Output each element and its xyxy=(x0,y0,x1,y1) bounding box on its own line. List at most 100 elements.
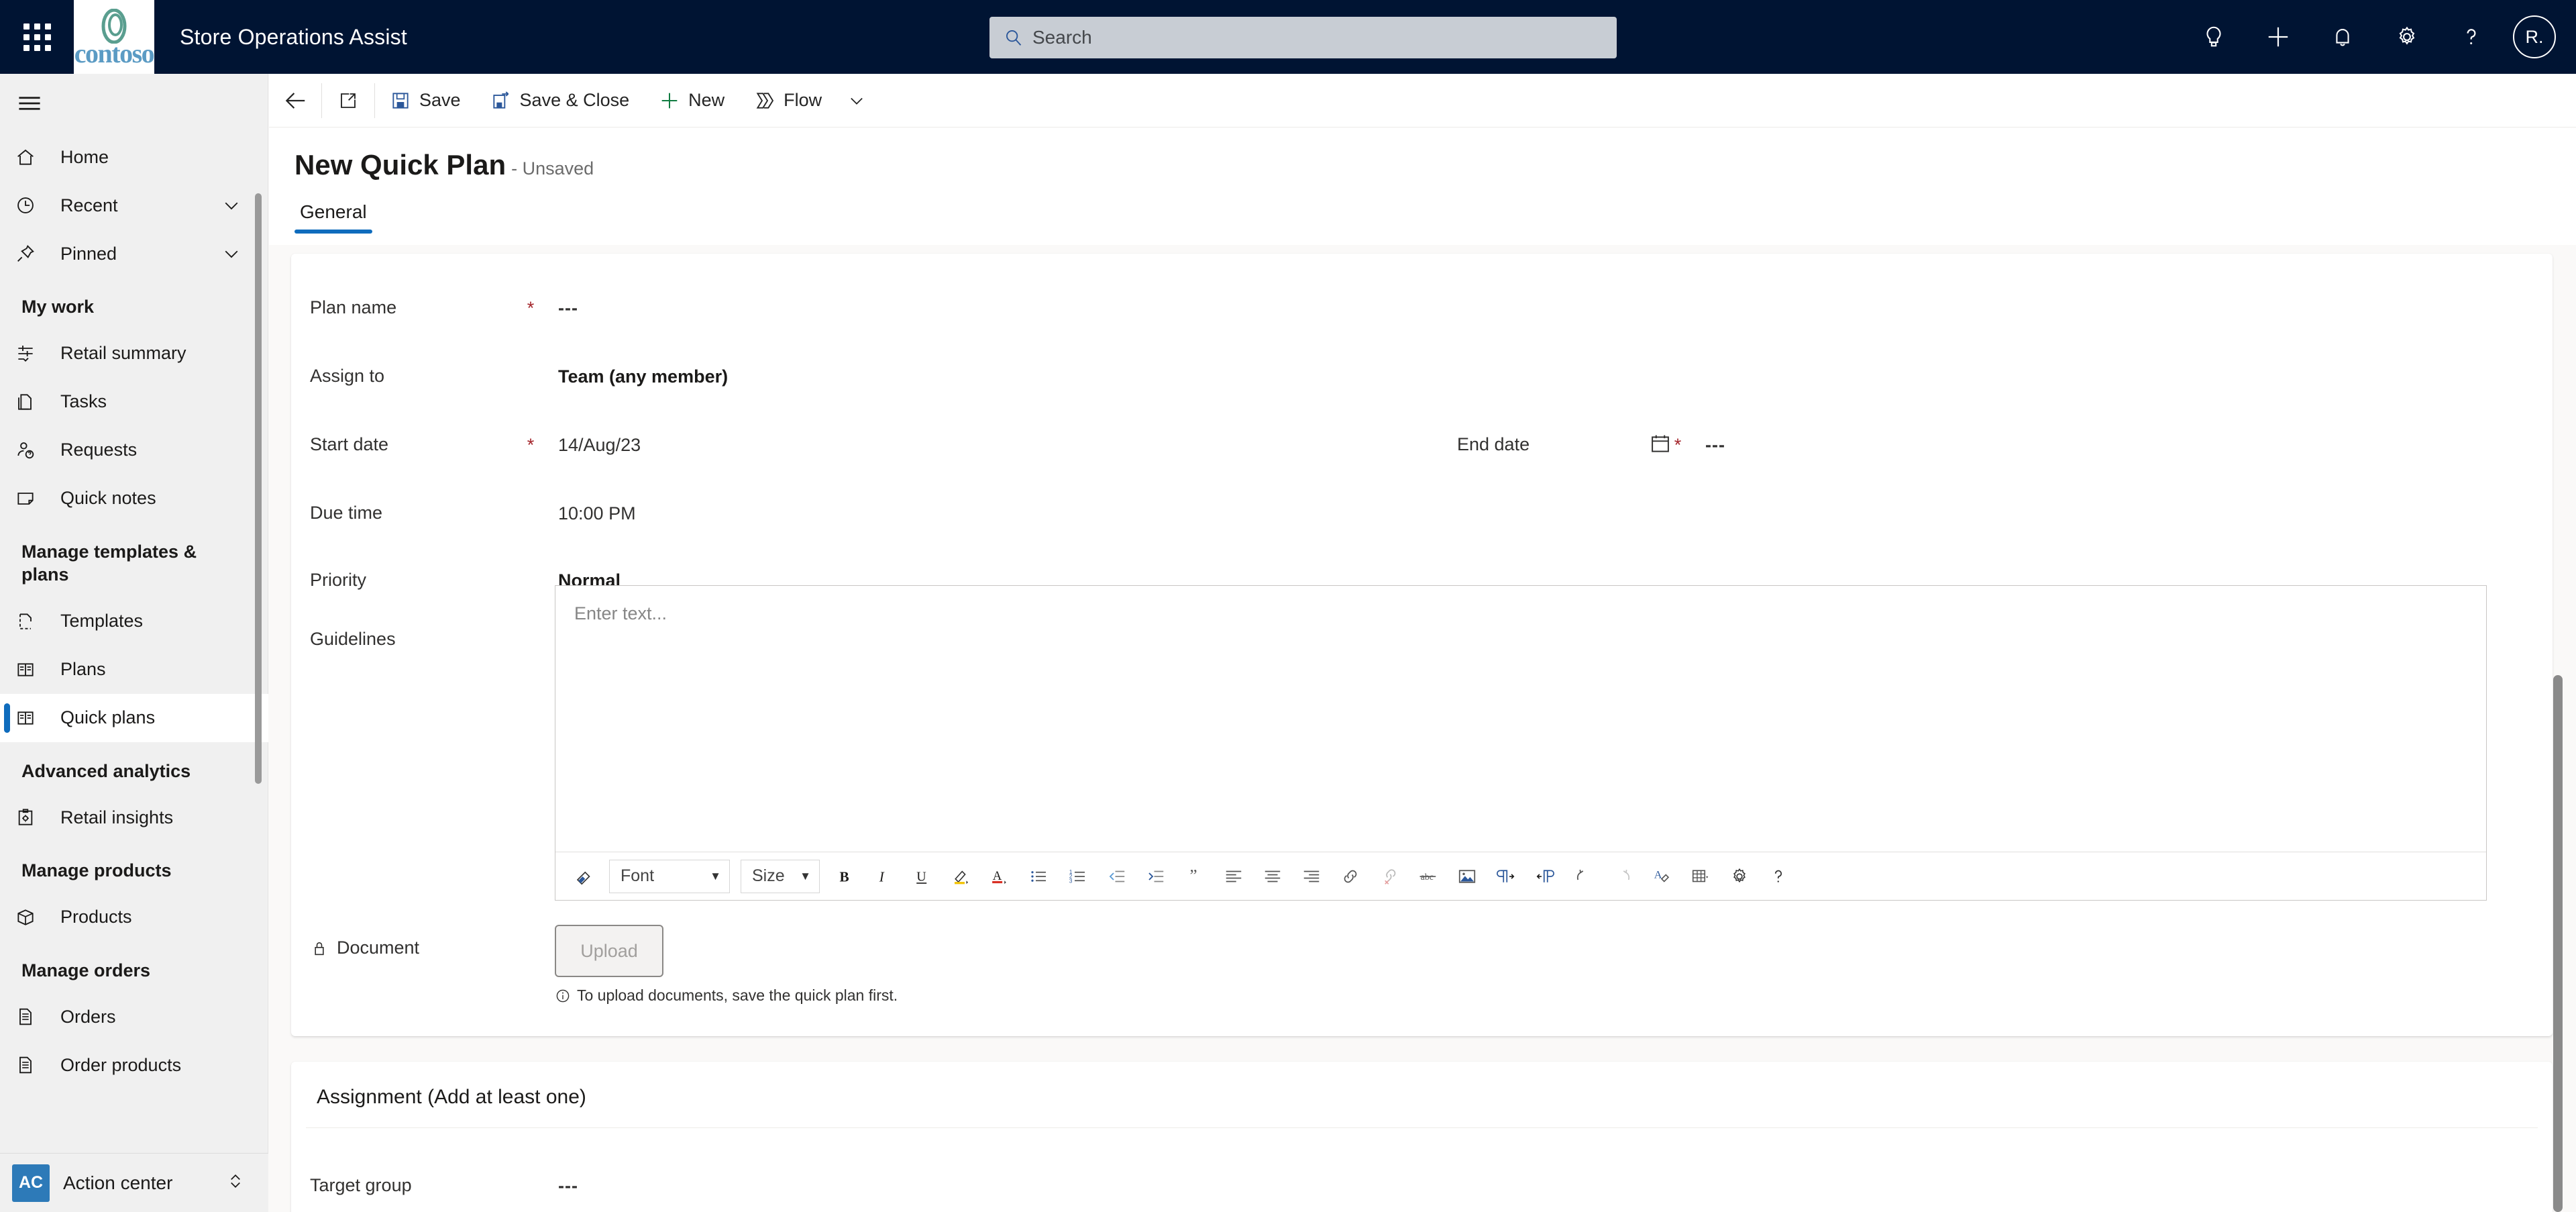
action-center-label: Action center xyxy=(63,1172,173,1193)
sidebar-item-home[interactable]: Home xyxy=(0,133,268,181)
underline-icon[interactable]: U xyxy=(903,857,942,896)
blockquote-icon[interactable]: ” xyxy=(1175,857,1214,896)
lightbulb-button[interactable] xyxy=(2182,0,2246,74)
upload-button[interactable]: Upload xyxy=(555,925,663,977)
user-avatar[interactable]: R. xyxy=(2513,15,2556,58)
align-left-icon[interactable] xyxy=(1214,857,1253,896)
field-value-target-group[interactable]: --- xyxy=(558,1176,578,1197)
svg-text:U: U xyxy=(916,869,926,884)
chevron-up-down-icon[interactable] xyxy=(225,1171,246,1195)
font-color-icon[interactable]: A xyxy=(981,857,1020,896)
field-value-end-date[interactable]: --- xyxy=(1705,435,1725,456)
lock-icon xyxy=(315,942,324,955)
bell-icon xyxy=(2336,29,2349,46)
help-icon[interactable] xyxy=(1759,857,1798,896)
sidebar-item-label: Quick notes xyxy=(60,488,156,509)
table-icon[interactable] xyxy=(1681,857,1720,896)
link-icon[interactable] xyxy=(1331,857,1370,896)
font-family-select[interactable]: Font ▼ xyxy=(609,859,730,893)
increase-indent-icon[interactable] xyxy=(1136,857,1175,896)
field-value-plan-name[interactable]: --- xyxy=(558,298,578,319)
sidebar-item-recent[interactable]: Recent xyxy=(0,181,268,230)
sidebar-item-plans[interactable]: Plans xyxy=(0,646,268,694)
strikethrough-icon[interactable]: abc xyxy=(1409,857,1448,896)
image-icon[interactable] xyxy=(1448,857,1487,896)
chevron-down-icon xyxy=(851,97,863,105)
save-and-close-button[interactable]: Save & Close xyxy=(476,74,645,128)
sidebar-item-orders[interactable]: Orders xyxy=(0,993,268,1041)
undo-icon[interactable] xyxy=(1564,857,1603,896)
field-end-date: End date * --- xyxy=(1438,434,1725,456)
bold-icon[interactable]: B xyxy=(825,857,864,896)
action-center-button[interactable]: AC Action center xyxy=(0,1153,268,1212)
align-center-icon[interactable] xyxy=(1253,857,1292,896)
tasks-icon xyxy=(15,391,46,413)
contoso-wordmark: contoso xyxy=(74,38,154,68)
sidebar-item-templates[interactable]: Templates xyxy=(0,597,268,646)
svg-text:A: A xyxy=(993,869,1002,883)
field-value-due-time[interactable]: 10:00 PM xyxy=(558,503,636,524)
popout-button[interactable] xyxy=(322,74,374,128)
sidebar-nav-scroll[interactable]: Home Recent Pinned My work Retail summar… xyxy=(0,133,268,1089)
save-button[interactable]: Save xyxy=(375,74,476,128)
ltr-icon[interactable] xyxy=(1487,857,1525,896)
form-tabs: General xyxy=(294,201,372,234)
command-overflow-button[interactable] xyxy=(837,74,877,128)
sidebar-group-title: Manage orders xyxy=(21,960,151,980)
redo-icon[interactable] xyxy=(1603,857,1642,896)
guidelines-placeholder[interactable]: Enter text... xyxy=(555,586,2486,642)
new-record-button[interactable]: New xyxy=(644,74,739,128)
sidebar-collapse-button[interactable] xyxy=(0,74,268,133)
flow-button[interactable]: Flow xyxy=(739,74,837,128)
numbered-list-icon[interactable]: 123 xyxy=(1059,857,1097,896)
content-scrollbar-track[interactable] xyxy=(2553,246,2569,1212)
sidebar-scrollbar-thumb[interactable] xyxy=(255,193,262,784)
field-value-assign-to[interactable]: Team (any member) xyxy=(558,366,728,387)
sidebar-item-quick-notes[interactable]: Quick notes xyxy=(0,474,268,523)
upload-hint: To upload documents, save the quick plan… xyxy=(555,987,898,1005)
field-value-start-date[interactable]: 14/Aug/23 xyxy=(558,435,641,456)
sidebar-item-quick-plans[interactable]: Quick plans xyxy=(0,693,268,742)
info-icon xyxy=(556,989,570,1002)
settings-icon[interactable] xyxy=(1720,857,1759,896)
settings-button[interactable] xyxy=(2375,0,2439,74)
sidebar-item-requests[interactable]: Requests xyxy=(0,426,268,474)
sidebar-item-retail-insights[interactable]: Retail insights xyxy=(0,793,268,842)
app-launcher-button[interactable] xyxy=(0,0,74,74)
global-search-box[interactable]: Search xyxy=(989,17,1617,58)
rtl-icon[interactable] xyxy=(1525,857,1564,896)
document-label-wrap: Document xyxy=(291,938,519,958)
guidelines-rich-text-editor[interactable]: Enter text... Font ▼ Size ▼ B I U A 1 2 … xyxy=(555,585,2487,901)
new-button[interactable] xyxy=(2246,0,2310,74)
divider xyxy=(306,1127,2538,1128)
sidebar-item-products[interactable]: Products xyxy=(0,893,268,942)
sidebar: Home Recent Pinned My work Retail summar… xyxy=(0,74,268,1212)
back-arrow-icon xyxy=(285,92,305,109)
sidebar-item-pinned[interactable]: Pinned xyxy=(0,230,268,278)
unlink-icon[interactable] xyxy=(1370,857,1409,896)
sidebar-item-retail-summary[interactable]: Retail summary xyxy=(0,330,268,378)
tab-general[interactable]: General xyxy=(294,201,372,234)
home-icon xyxy=(15,146,46,168)
help-button[interactable] xyxy=(2439,0,2504,74)
bullet-list-icon[interactable] xyxy=(1020,857,1059,896)
clear-format-icon[interactable]: A xyxy=(1642,857,1681,896)
decrease-indent-icon[interactable] xyxy=(1097,857,1136,896)
sidebar-group-title: Manage products xyxy=(21,860,172,881)
sidebar-item-label: Retail summary xyxy=(60,343,186,364)
notifications-button[interactable] xyxy=(2310,0,2375,74)
sidebar-item-label: Tasks xyxy=(60,391,107,412)
highlight-icon[interactable] xyxy=(942,857,981,896)
align-right-icon[interactable] xyxy=(1292,857,1331,896)
format-painter-icon[interactable] xyxy=(565,857,604,896)
field-assign-to: Assign to Team (any member) xyxy=(291,366,728,387)
contoso-logo[interactable]: contoso xyxy=(74,0,154,74)
italic-icon[interactable]: I xyxy=(864,857,903,896)
sidebar-item-tasks[interactable]: Tasks xyxy=(0,378,268,426)
chevron-down-icon[interactable] xyxy=(221,244,241,264)
content-scrollbar-thumb[interactable] xyxy=(2553,675,2563,1212)
sidebar-item-order-products[interactable]: Order products xyxy=(0,1041,268,1089)
back-button[interactable] xyxy=(269,74,321,128)
chevron-down-icon[interactable] xyxy=(221,195,241,215)
font-size-select[interactable]: Size ▼ xyxy=(741,859,820,893)
